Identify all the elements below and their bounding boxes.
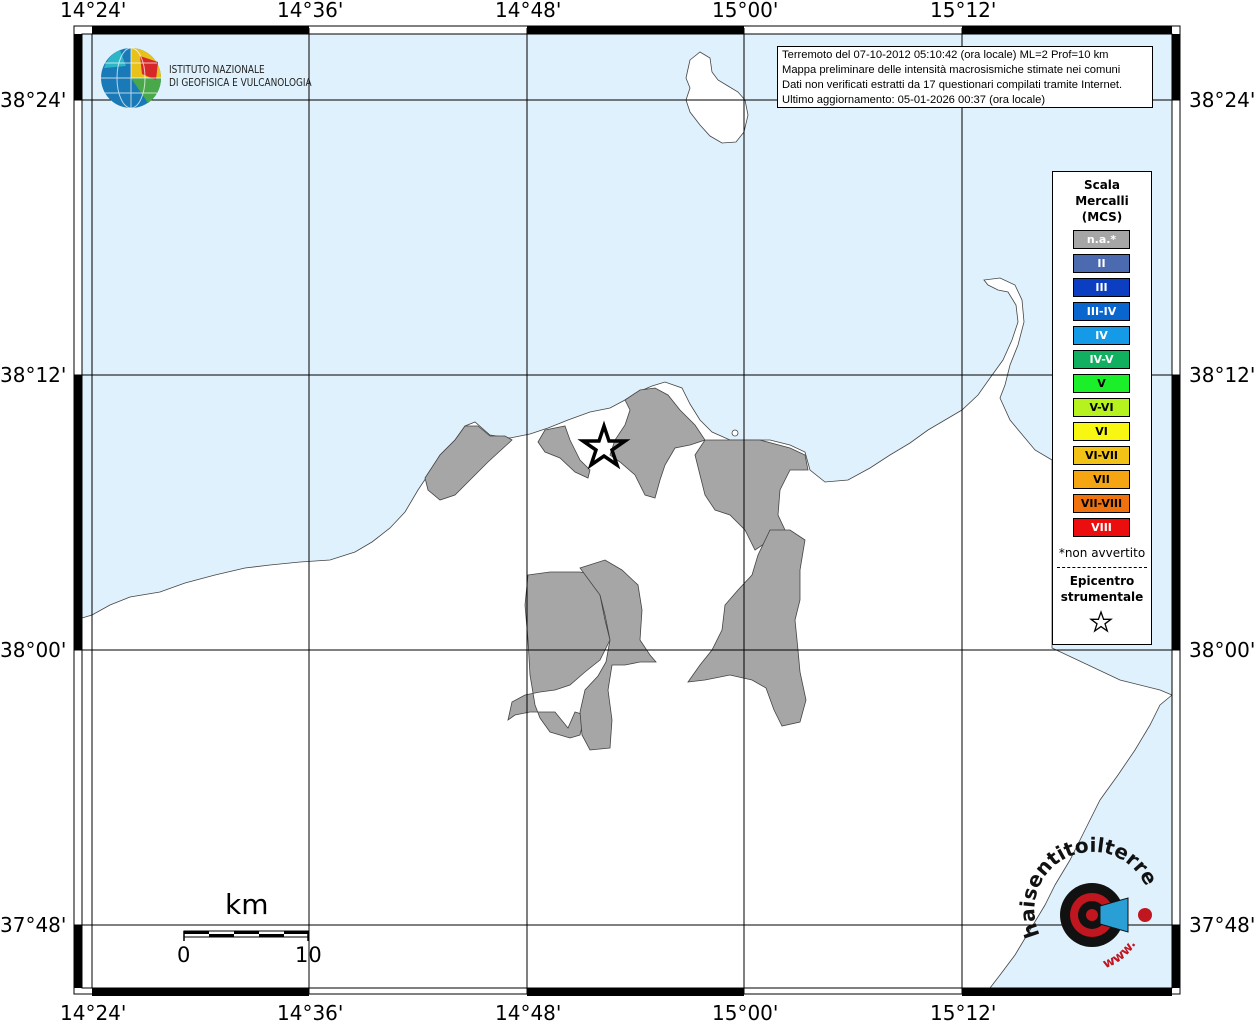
event-info-box: Terremoto del 07-10-2012 05:10:42 (ora l…: [777, 46, 1153, 108]
lat-label-right: 38°00': [1189, 638, 1254, 662]
legend-item: VII-VIII: [1073, 494, 1130, 513]
legend-star-icon: [1089, 610, 1113, 633]
lon-label-top: 14°48': [495, 0, 562, 22]
legend-item: II: [1073, 254, 1130, 273]
lon-label-top: 14°36': [277, 0, 344, 22]
info-line3: Dati non verificati estratti da 17 quest…: [782, 79, 1123, 91]
legend-item: VI-VII: [1073, 446, 1130, 465]
legend-epicentre-label: Epicentro strumentale: [1053, 573, 1151, 605]
ingv-line2: DI GEOFISICA E VULCANOLOGIA: [169, 77, 312, 89]
legend-item: VIII: [1073, 518, 1130, 537]
scale-end: 10: [295, 943, 322, 967]
lat-label-left: 38°00': [0, 638, 67, 662]
scale-unit: km: [225, 888, 269, 921]
legend-item: n.a.*: [1073, 230, 1130, 249]
lon-label-bottom: 14°48': [495, 1001, 562, 1025]
islet: [731, 429, 739, 437]
ingv-line1: ISTITUTO NAZIONALE: [169, 64, 265, 76]
legend-item: V-VI: [1073, 398, 1130, 417]
lat-label-left: 38°24': [0, 88, 67, 112]
info-line1: Terremoto del 07-10-2012 05:10:42 (ora l…: [782, 49, 1109, 61]
lon-label-bottom: 14°36': [277, 1001, 344, 1025]
legend-title: Scala Mercalli (MCS): [1053, 177, 1151, 225]
mcs-legend: Scala Mercalli (MCS) n.a.* II III III-IV IV I…: [1052, 171, 1152, 645]
ingv-logo-icon: [101, 47, 162, 109]
lon-label-top: 15°00': [712, 0, 779, 22]
legend-title-2: Mercalli: [1075, 194, 1129, 208]
legend-divider: [1057, 567, 1147, 568]
lon-label-bottom: 15°12': [930, 1001, 997, 1025]
lat-label-right: 38°12': [1189, 363, 1254, 387]
lat-label-left: 38°12': [0, 363, 67, 387]
legend-epi-2: strumentale: [1060, 590, 1144, 604]
lat-label-left: 37°48': [0, 913, 67, 937]
lat-label-right: 37°48': [1189, 913, 1254, 937]
legend-epi-1: Epicentro: [1069, 574, 1135, 588]
info-line4: Ultimo aggiornamento: 05-01-2026 00:37 (…: [782, 94, 1046, 106]
lon-label-bottom: 15°00': [712, 1001, 779, 1025]
legend-item: III: [1073, 278, 1130, 297]
legend-item: IV-V: [1073, 350, 1130, 369]
info-line2: Mappa preliminare delle intensità macros…: [782, 64, 1121, 76]
legend-title-1: Scala: [1083, 178, 1121, 192]
legend-item: III-IV: [1073, 302, 1130, 321]
lon-label-top: 14°24': [60, 0, 127, 22]
legend-item: V: [1073, 374, 1130, 393]
ingv-logo-text: ISTITUTO NAZIONALE DI GEOFISICA E VULCAN…: [169, 64, 312, 90]
lon-label-bottom: 14°24': [60, 1001, 127, 1025]
lon-label-top: 15°12': [930, 0, 997, 22]
scale-start: 0: [177, 943, 191, 967]
lat-label-right: 38°24': [1189, 88, 1254, 112]
legend-item: IV: [1073, 326, 1130, 345]
legend-item: VII: [1073, 470, 1130, 489]
legend-item: VI: [1073, 422, 1130, 441]
legend-title-3: (MCS): [1081, 210, 1123, 224]
legend-note: *non avvertito: [1058, 546, 1146, 560]
